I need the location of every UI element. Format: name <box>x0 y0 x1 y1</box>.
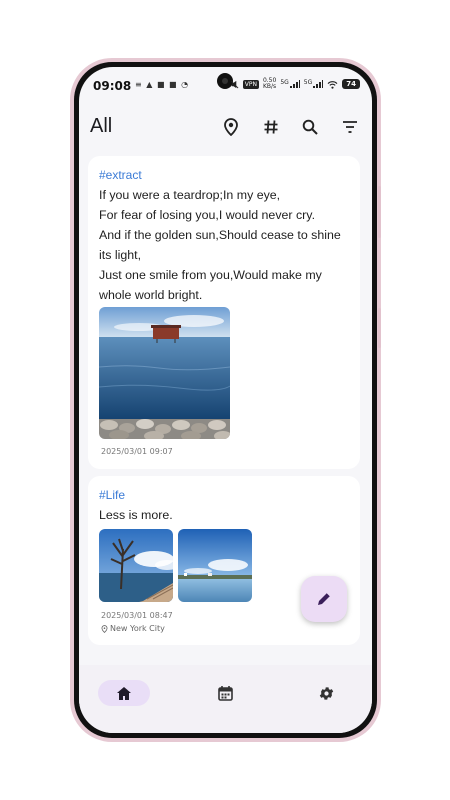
location-button[interactable] <box>219 115 243 139</box>
app-bar: All <box>79 107 372 147</box>
edit-pencil-icon <box>318 592 331 605</box>
new-note-button[interactable] <box>301 576 347 622</box>
note-text-line: its light, <box>99 248 142 262</box>
note-location-label: New York City <box>110 624 165 633</box>
settings-icon <box>319 686 333 700</box>
note-tag[interactable]: #Life <box>99 488 125 502</box>
nav-settings[interactable] <box>300 680 352 706</box>
note-text-line: And if the golden sun,Should cease to sh… <box>99 228 341 242</box>
note-text-line: If you were a teardrop;In my eye, <box>99 188 281 202</box>
location-pin-icon <box>224 118 238 136</box>
notification-icons: ≡ ▲ ■ ■ ◔ <box>135 80 190 89</box>
filter-button[interactable] <box>338 115 362 139</box>
signal-icon <box>313 80 324 88</box>
home-icon <box>117 686 131 700</box>
page-title: All <box>90 115 113 137</box>
note-photo[interactable] <box>99 307 230 439</box>
location-pin-icon <box>101 624 108 633</box>
note-photo[interactable] <box>178 529 252 602</box>
power-button <box>378 186 381 238</box>
note-text-line: For fear of losing you,I would never cry… <box>99 208 316 222</box>
hashtag-icon <box>264 120 278 134</box>
note-text-line: Less is more. <box>99 508 173 522</box>
nav-calendar[interactable] <box>199 680 251 706</box>
calendar-icon <box>217 686 233 701</box>
mute-icon <box>230 80 239 88</box>
note-timestamp: 2025/03/01 08:47 <box>101 611 173 620</box>
tags-button[interactable] <box>259 115 283 139</box>
network-speed: 0.50 KB/s <box>262 77 277 90</box>
lake-photo <box>99 307 230 439</box>
note-photo[interactable] <box>99 529 173 602</box>
battery-indicator: 74 <box>342 79 360 89</box>
note-tag[interactable]: #extract <box>99 168 142 182</box>
nav-home[interactable] <box>98 680 150 706</box>
vpn-badge: VPN <box>242 79 259 89</box>
note-text-line: Just one smile from you,Would make my <box>99 268 322 282</box>
status-time: 09:08 <box>93 79 132 93</box>
note-card[interactable]: #extract If you were a teardrop;In my ey… <box>88 156 360 469</box>
note-timestamp: 2025/03/01 09:07 <box>101 447 173 456</box>
signal-icon <box>289 80 300 88</box>
note-text-line: whole world bright. <box>99 288 203 302</box>
shore-photo <box>178 529 252 602</box>
volume-button <box>378 308 381 348</box>
signal-1: 5G <box>280 80 300 88</box>
status-bar: 09:08 ≡ ▲ ■ ■ ◔ VPN 0.50 KB/s 5G 5G 74 <box>79 67 372 103</box>
wifi-icon <box>327 80 338 89</box>
screen: 09:08 ≡ ▲ ■ ■ ◔ VPN 0.50 KB/s 5G 5G 74 A… <box>79 67 372 733</box>
search-icon <box>302 119 318 135</box>
search-button[interactable] <box>298 115 322 139</box>
signal-2: 5G <box>304 80 324 88</box>
bottom-navigation <box>79 665 372 733</box>
status-icons: VPN 0.50 KB/s 5G 5G 74 <box>230 78 360 90</box>
note-location: New York City <box>101 624 165 633</box>
tree-photo <box>99 529 173 602</box>
filter-icon <box>343 121 357 133</box>
